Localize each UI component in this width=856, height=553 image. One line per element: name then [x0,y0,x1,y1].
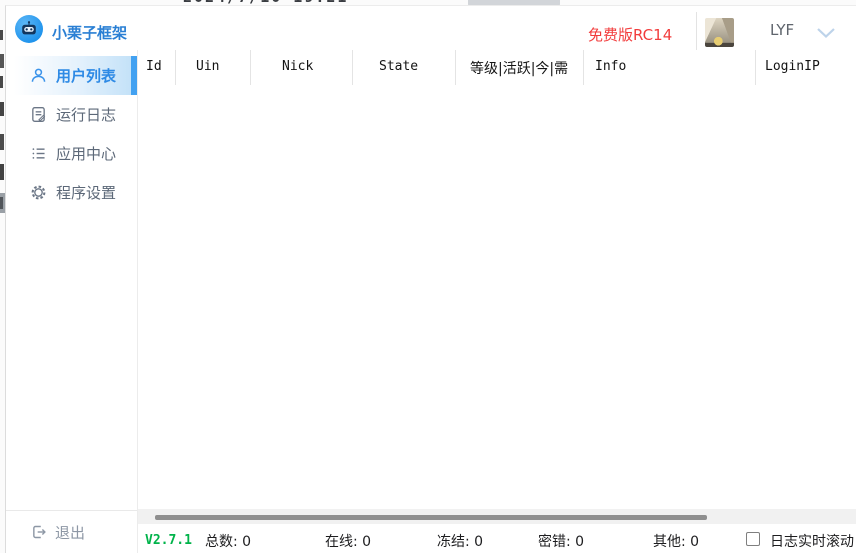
sidebar-item-label: 运行日志 [56,104,116,125]
window-edge-artifact [0,30,3,40]
column-header-level-active[interactable]: 等级|活跃|今|需 [470,58,568,78]
sidebar-nav: 用户列表 运行日志 [6,56,138,212]
exit-label: 退出 [55,522,85,543]
logout-icon [31,524,47,540]
sidebar-item-label: 用户列表 [56,65,116,86]
user-avatar[interactable] [705,18,734,47]
app-logo-icon [15,15,43,43]
stat-other: 其他: 0 [653,531,699,551]
sidebar-item-run-log[interactable]: 运行日志 [6,95,138,134]
column-header-loginip[interactable]: LoginIP [765,59,820,74]
sidebar: 小栗子框架 用户列表 [6,6,138,553]
stat-wrong-password: 密错: 0 [538,531,584,551]
column-header-state[interactable]: State [379,59,418,74]
user-icon [30,67,47,84]
stat-frozen: 冻结: 0 [437,531,483,551]
horizontal-scrollbar-thumb[interactable] [155,515,707,520]
sidebar-item-label: 应用中心 [56,143,116,164]
window-edge-artifact [0,164,4,180]
app-version: V2.7.1 [145,533,192,548]
chevron-down-icon[interactable] [816,27,836,39]
app-title: 小栗子框架 [52,22,127,43]
column-separator [250,50,251,85]
window-edge-artifact [0,76,3,88]
sidebar-item-settings[interactable]: 程序设置 [6,173,138,212]
column-header-nick[interactable]: Nick [282,59,313,74]
column-separator [455,50,456,85]
window-edge-artifact [0,197,3,209]
app-window: 小栗子框架 用户列表 [5,5,856,553]
column-separator [755,50,756,85]
gear-icon [30,184,47,201]
user-table-body [138,85,856,503]
edition-badge: 免费版RC14 [588,24,672,45]
header-divider [696,12,697,54]
username-label[interactable]: LYF [770,21,794,39]
list-icon [30,145,47,162]
column-separator [352,50,353,85]
user-table-header: Id Uin Nick State 等级|活跃|今|需 Info LoginIP [138,50,856,85]
sidebar-item-user-list[interactable]: 用户列表 [6,56,138,95]
brand: 小栗子框架 [6,6,138,55]
window-edge-artifact [0,134,4,150]
exit-button[interactable]: 退出 [6,510,138,553]
column-header-info[interactable]: Info [595,59,626,74]
column-separator [583,50,584,85]
column-header-id[interactable]: Id [146,59,162,74]
header: 免费版RC14 LYF [138,6,856,55]
column-header-uin[interactable]: Uin [196,59,219,74]
stat-total: 总数: 0 [205,531,251,551]
column-separator [175,50,176,85]
window-edge-artifact [0,54,4,68]
log-autoscroll-label[interactable]: 日志实时滚动 [770,531,854,551]
stat-online: 在线: 0 [325,531,371,551]
status-bar: V2.7.1 总数: 0 在线: 0 冻结: 0 密错: 0 其他: 0 日志实… [138,524,856,553]
horizontal-scrollbar-track[interactable] [138,509,856,524]
log-document-icon [30,106,47,123]
sidebar-item-app-center[interactable]: 应用中心 [6,134,138,173]
window-edge-artifact [0,102,4,116]
sidebar-item-label: 程序设置 [56,182,116,203]
log-autoscroll-checkbox[interactable] [746,532,760,546]
screen: 2024/7/10 19:21 小栗子框架 [0,0,856,553]
